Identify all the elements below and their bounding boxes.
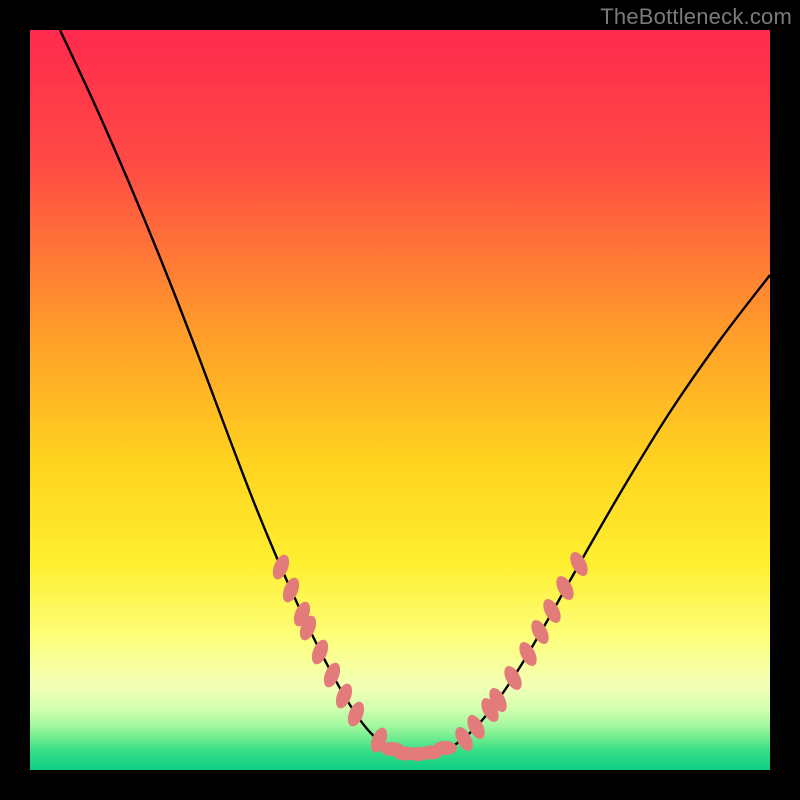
data-markers: [270, 549, 592, 761]
data-marker: [528, 617, 553, 647]
data-marker: [309, 637, 332, 666]
data-marker: [501, 663, 526, 693]
curve-layer: [30, 30, 770, 770]
bottleneck-curve: [60, 30, 770, 754]
data-marker: [540, 596, 565, 626]
data-marker: [433, 741, 457, 755]
data-marker: [567, 549, 592, 579]
data-marker: [280, 575, 303, 604]
data-marker: [553, 573, 578, 603]
data-marker: [516, 639, 541, 669]
data-marker: [270, 552, 293, 581]
plot-area: [30, 30, 770, 770]
watermark-text: TheBottleneck.com: [600, 4, 792, 30]
data-marker: [321, 660, 344, 689]
viewport-frame: TheBottleneck.com: [0, 0, 800, 800]
